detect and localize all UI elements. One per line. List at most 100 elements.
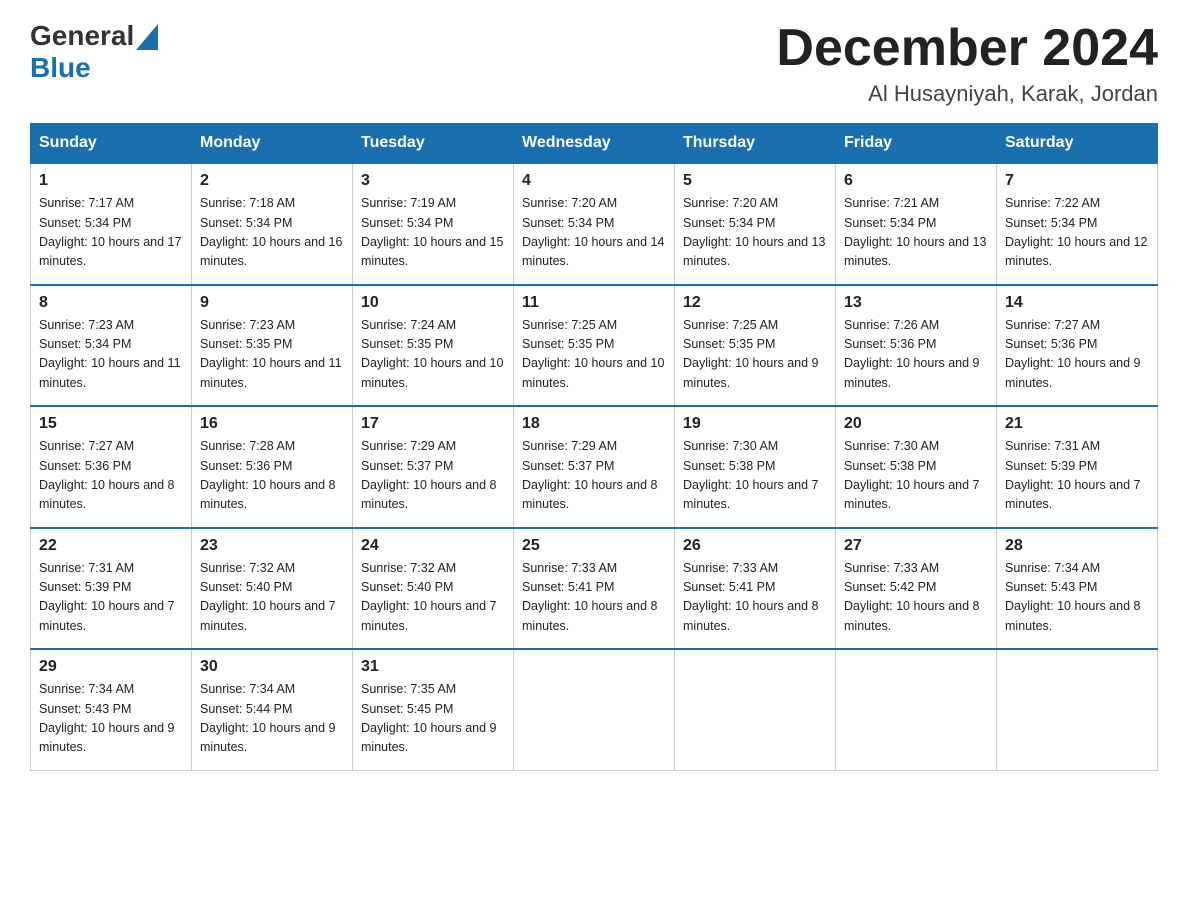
day-info: Sunrise: 7:25 AMSunset: 5:35 PMDaylight:… [522,316,666,394]
calendar-cell: 14 Sunrise: 7:27 AMSunset: 5:36 PMDayligh… [997,285,1158,407]
day-info: Sunrise: 7:35 AMSunset: 5:45 PMDaylight:… [361,680,505,758]
day-info: Sunrise: 7:30 AMSunset: 5:38 PMDaylight:… [844,437,988,515]
col-header-sunday: Sunday [31,124,192,164]
day-number: 25 [522,537,666,555]
day-number: 18 [522,415,666,433]
header-row: SundayMondayTuesdayWednesdayThursdayFrid… [31,124,1158,164]
calendar-cell: 22Sunrise: 7:31 AMSunset: 5:39 PMDayligh… [31,528,192,650]
day-number: 24 [361,537,505,555]
day-number: 31 [361,658,505,676]
calendar-cell: 2Sunrise: 7:18 AMSunset: 5:34 PMDaylight… [192,163,353,285]
day-number: 2 [200,172,344,190]
day-info: Sunrise: 7:23 AMSunset: 5:35 PMDaylight:… [200,316,344,394]
calendar-cell [997,649,1158,770]
calendar-cell: 21Sunrise: 7:31 AMSunset: 5:39 PMDayligh… [997,406,1158,528]
week-row-3: 15Sunrise: 7:27 AMSunset: 5:36 PMDayligh… [31,406,1158,528]
calendar-cell: 25 Sunrise: 7:33 AMSunset: 5:41 PMDayligh… [514,528,675,650]
calendar-cell: 11Sunrise: 7:25 AMSunset: 5:35 PMDayligh… [514,285,675,407]
calendar-cell: 17 Sunrise: 7:29 AMSunset: 5:37 PMDayligh… [353,406,514,528]
day-info: Sunrise: 7:33 AMSunset: 5:42 PMDaylight:… [844,559,988,637]
calendar-cell: 20 Sunrise: 7:30 AMSunset: 5:38 PMDayligh… [836,406,997,528]
day-number: 1 [39,172,183,190]
calendar-cell: 24Sunrise: 7:32 AMSunset: 5:40 PMDayligh… [353,528,514,650]
day-number: 10 [361,294,505,312]
calendar-cell: 26 Sunrise: 7:33 AMSunset: 5:41 PMDayligh… [675,528,836,650]
day-number: 26 [683,537,827,555]
day-number: 29 [39,658,183,676]
day-number: 30 [200,658,344,676]
calendar-cell: 27 Sunrise: 7:33 AMSunset: 5:42 PMDayligh… [836,528,997,650]
day-info: Sunrise: 7:26 AMSunset: 5:36 PMDaylight:… [844,316,988,394]
day-info: Sunrise: 7:25 AMSunset: 5:35 PMDaylight:… [683,316,827,394]
calendar-cell: 9 Sunrise: 7:23 AMSunset: 5:35 PMDaylight… [192,285,353,407]
day-info: Sunrise: 7:17 AMSunset: 5:34 PMDaylight:… [39,194,183,272]
day-number: 3 [361,172,505,190]
day-number: 8 [39,294,183,312]
page-header: General Blue December 2024 Al Husayniyah… [30,20,1158,107]
day-info: Sunrise: 7:20 AMSunset: 5:34 PMDaylight:… [522,194,666,272]
calendar-cell: 31 Sunrise: 7:35 AMSunset: 5:45 PMDayligh… [353,649,514,770]
week-row-5: 29Sunrise: 7:34 AMSunset: 5:43 PMDayligh… [31,649,1158,770]
col-header-wednesday: Wednesday [514,124,675,164]
logo-blue-text: Blue [30,52,91,83]
day-number: 15 [39,415,183,433]
day-number: 27 [844,537,988,555]
calendar-cell: 18 Sunrise: 7:29 AMSunset: 5:37 PMDayligh… [514,406,675,528]
logo-triangle-icon [136,24,158,50]
day-info: Sunrise: 7:33 AMSunset: 5:41 PMDaylight:… [683,559,827,637]
calendar-cell: 4 Sunrise: 7:20 AMSunset: 5:34 PMDaylight… [514,163,675,285]
calendar-cell: 10 Sunrise: 7:24 AMSunset: 5:35 PMDayligh… [353,285,514,407]
day-number: 13 [844,294,988,312]
calendar-cell: 6Sunrise: 7:21 AMSunset: 5:34 PMDaylight… [836,163,997,285]
day-number: 22 [39,537,183,555]
day-number: 5 [683,172,827,190]
calendar-cell: 19 Sunrise: 7:30 AMSunset: 5:38 PMDayligh… [675,406,836,528]
calendar-cell: 30 Sunrise: 7:34 AMSunset: 5:44 PMDayligh… [192,649,353,770]
day-info: Sunrise: 7:29 AMSunset: 5:37 PMDaylight:… [361,437,505,515]
calendar-cell: 7Sunrise: 7:22 AMSunset: 5:34 PMDaylight… [997,163,1158,285]
calendar-table: SundayMondayTuesdayWednesdayThursdayFrid… [30,123,1158,771]
day-number: 28 [1005,537,1149,555]
day-info: Sunrise: 7:24 AMSunset: 5:35 PMDaylight:… [361,316,505,394]
week-row-2: 8Sunrise: 7:23 AMSunset: 5:34 PMDaylight… [31,285,1158,407]
logo: General Blue [30,20,158,84]
calendar-cell [836,649,997,770]
day-number: 12 [683,294,827,312]
day-number: 17 [361,415,505,433]
col-header-thursday: Thursday [675,124,836,164]
location-subtitle: Al Husayniyah, Karak, Jordan [776,81,1158,107]
calendar-cell: 29Sunrise: 7:34 AMSunset: 5:43 PMDayligh… [31,649,192,770]
day-info: Sunrise: 7:34 AMSunset: 5:44 PMDaylight:… [200,680,344,758]
col-header-tuesday: Tuesday [353,124,514,164]
day-info: Sunrise: 7:27 AMSunset: 5:36 PMDaylight:… [1005,316,1149,394]
calendar-cell: 5 Sunrise: 7:20 AMSunset: 5:34 PMDaylight… [675,163,836,285]
day-number: 14 [1005,294,1149,312]
day-number: 19 [683,415,827,433]
day-info: Sunrise: 7:22 AMSunset: 5:34 PMDaylight:… [1005,194,1149,272]
day-info: Sunrise: 7:31 AMSunset: 5:39 PMDaylight:… [1005,437,1149,515]
day-info: Sunrise: 7:33 AMSunset: 5:41 PMDaylight:… [522,559,666,637]
calendar-cell: 13 Sunrise: 7:26 AMSunset: 5:36 PMDayligh… [836,285,997,407]
calendar-cell: 28Sunrise: 7:34 AMSunset: 5:43 PMDayligh… [997,528,1158,650]
logo-general-text: General [30,20,134,52]
day-info: Sunrise: 7:21 AMSunset: 5:34 PMDaylight:… [844,194,988,272]
calendar-body: 1 Sunrise: 7:17 AMSunset: 5:34 PMDaylight… [31,163,1158,770]
day-info: Sunrise: 7:29 AMSunset: 5:37 PMDaylight:… [522,437,666,515]
day-info: Sunrise: 7:30 AMSunset: 5:38 PMDaylight:… [683,437,827,515]
col-header-monday: Monday [192,124,353,164]
day-number: 9 [200,294,344,312]
calendar-cell: 3Sunrise: 7:19 AMSunset: 5:34 PMDaylight… [353,163,514,285]
calendar-header: SundayMondayTuesdayWednesdayThursdayFrid… [31,124,1158,164]
day-number: 23 [200,537,344,555]
calendar-cell: 16Sunrise: 7:28 AMSunset: 5:36 PMDayligh… [192,406,353,528]
day-number: 16 [200,415,344,433]
calendar-cell: 8Sunrise: 7:23 AMSunset: 5:34 PMDaylight… [31,285,192,407]
col-header-friday: Friday [836,124,997,164]
day-number: 4 [522,172,666,190]
calendar-cell: 1 Sunrise: 7:17 AMSunset: 5:34 PMDaylight… [31,163,192,285]
week-row-4: 22Sunrise: 7:31 AMSunset: 5:39 PMDayligh… [31,528,1158,650]
day-info: Sunrise: 7:20 AMSunset: 5:34 PMDaylight:… [683,194,827,272]
day-number: 20 [844,415,988,433]
calendar-cell: 12 Sunrise: 7:25 AMSunset: 5:35 PMDayligh… [675,285,836,407]
calendar-cell: 23Sunrise: 7:32 AMSunset: 5:40 PMDayligh… [192,528,353,650]
